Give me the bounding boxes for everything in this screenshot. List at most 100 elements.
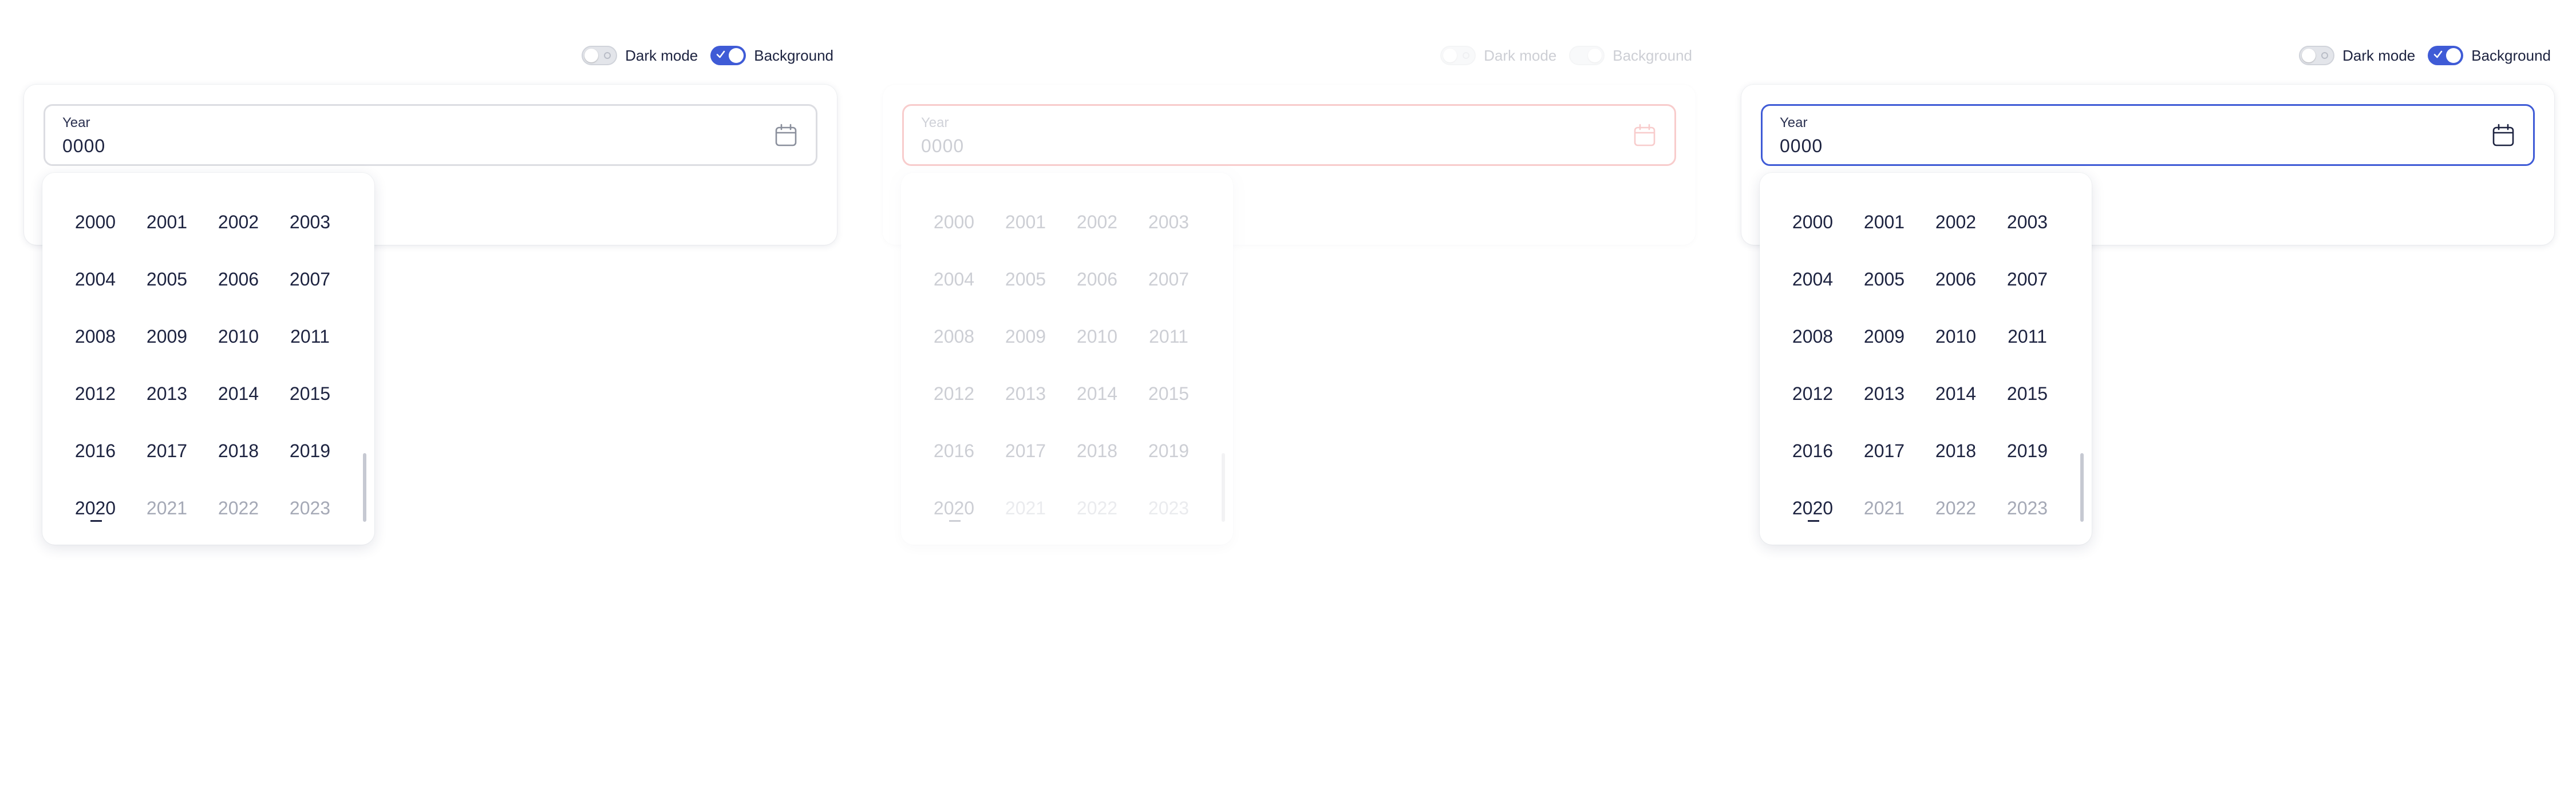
background-toggle[interactable]: Background: [1569, 46, 1692, 65]
year-option-2022[interactable]: 2022: [1061, 479, 1133, 537]
year-option-2021[interactable]: 2021: [131, 479, 203, 537]
year-option-2018[interactable]: 2018: [1061, 422, 1133, 479]
background-switch[interactable]: [2428, 46, 2464, 65]
year-option-2008[interactable]: 2008: [1777, 308, 1848, 365]
background-switch[interactable]: [710, 46, 746, 65]
year-field-value[interactable]: 0000: [921, 136, 964, 157]
year-option-2015[interactable]: 2015: [274, 365, 346, 422]
year-option-2005[interactable]: 2005: [990, 251, 1061, 308]
year-picker-panel-default: Dark mode Background Year 0000 2000 2001 2…: [0, 0, 859, 801]
dark-mode-toggle[interactable]: Dark mode: [2299, 46, 2415, 65]
scrollbar[interactable]: [1222, 453, 1225, 522]
scrollbar[interactable]: [2080, 453, 2084, 522]
year-option-2020[interactable]: 2020: [1777, 479, 1848, 537]
year-field-value[interactable]: 0000: [1780, 136, 1823, 157]
year-option-2017[interactable]: 2017: [131, 422, 203, 479]
year-option-2006[interactable]: 2006: [203, 251, 274, 308]
year-option-2000[interactable]: 2000: [1777, 193, 1848, 251]
year-option-2008[interactable]: 2008: [60, 308, 131, 365]
year-option-2002[interactable]: 2002: [203, 193, 274, 251]
year-option-2010[interactable]: 2010: [1920, 308, 1992, 365]
year-option-2016[interactable]: 2016: [918, 422, 990, 479]
year-option-2004[interactable]: 2004: [60, 251, 131, 308]
year-option-2000[interactable]: 2000: [60, 193, 131, 251]
background-toggle[interactable]: Background: [710, 46, 833, 65]
year-option-2011[interactable]: 2011: [274, 308, 346, 365]
calendar-icon[interactable]: [2491, 123, 2516, 148]
year-field[interactable]: Year 0000: [902, 104, 1676, 166]
dark-mode-switch[interactable]: [1440, 46, 1476, 65]
dark-mode-switch[interactable]: [2299, 46, 2335, 65]
year-option-2000[interactable]: 2000: [918, 193, 990, 251]
year-option-2020[interactable]: 2020: [918, 479, 990, 537]
dark-mode-switch[interactable]: [582, 46, 618, 65]
year-option-2007[interactable]: 2007: [274, 251, 346, 308]
year-option-2001[interactable]: 2001: [1848, 193, 1920, 251]
year-option-2012[interactable]: 2012: [60, 365, 131, 422]
calendar-icon[interactable]: [773, 123, 799, 148]
year-option-2013[interactable]: 2013: [990, 365, 1061, 422]
year-field-label: Year: [921, 115, 949, 130]
year-option-2016[interactable]: 2016: [60, 422, 131, 479]
year-option-2001[interactable]: 2001: [990, 193, 1061, 251]
year-option-2008[interactable]: 2008: [918, 308, 990, 365]
background-toggle[interactable]: Background: [2428, 46, 2551, 65]
dark-mode-toggle[interactable]: Dark mode: [582, 46, 698, 65]
year-option-2012[interactable]: 2012: [918, 365, 990, 422]
year-option-2019[interactable]: 2019: [1992, 422, 2063, 479]
year-option-2003[interactable]: 2003: [274, 193, 346, 251]
year-option-2006[interactable]: 2006: [1920, 251, 1992, 308]
year-option-2020[interactable]: 2020: [60, 479, 131, 537]
year-option-2023[interactable]: 2023: [1133, 479, 1204, 537]
scrollbar[interactable]: [363, 453, 366, 522]
year-option-2023[interactable]: 2023: [274, 479, 346, 537]
year-option-2012[interactable]: 2012: [1777, 365, 1848, 422]
year-option-2014[interactable]: 2014: [203, 365, 274, 422]
year-option-2021[interactable]: 2021: [1848, 479, 1920, 537]
year-option-2005[interactable]: 2005: [1848, 251, 1920, 308]
year-option-2010[interactable]: 2010: [203, 308, 274, 365]
year-field[interactable]: Year 0000: [44, 104, 817, 166]
year-option-2018[interactable]: 2018: [203, 422, 274, 479]
year-option-2022[interactable]: 2022: [1920, 479, 1992, 537]
year-option-2017[interactable]: 2017: [1848, 422, 1920, 479]
year-option-2003[interactable]: 2003: [1992, 193, 2063, 251]
year-option-2005[interactable]: 2005: [131, 251, 203, 308]
year-option-2014[interactable]: 2014: [1061, 365, 1133, 422]
year-option-2015[interactable]: 2015: [1133, 365, 1204, 422]
year-option-2013[interactable]: 2013: [131, 365, 203, 422]
year-option-2018[interactable]: 2018: [1920, 422, 1992, 479]
year-option-2019[interactable]: 2019: [1133, 422, 1204, 479]
year-option-2017[interactable]: 2017: [990, 422, 1061, 479]
year-option-2003[interactable]: 2003: [1133, 193, 1204, 251]
year-option-2009[interactable]: 2009: [990, 308, 1061, 365]
dark-mode-label: Dark mode: [2342, 46, 2416, 64]
year-option-2009[interactable]: 2009: [131, 308, 203, 365]
year-option-2006[interactable]: 2006: [1061, 251, 1133, 308]
year-option-2019[interactable]: 2019: [274, 422, 346, 479]
calendar-icon[interactable]: [1632, 123, 1657, 148]
year-option-2016[interactable]: 2016: [1777, 422, 1848, 479]
year-field[interactable]: Year 0000: [1761, 104, 2535, 166]
year-option-2011[interactable]: 2011: [1133, 308, 1204, 365]
dark-mode-toggle[interactable]: Dark mode: [1440, 46, 1556, 65]
year-option-2022[interactable]: 2022: [203, 479, 274, 537]
year-option-2004[interactable]: 2004: [1777, 251, 1848, 308]
year-option-2002[interactable]: 2002: [1061, 193, 1133, 251]
year-option-2023[interactable]: 2023: [1992, 479, 2063, 537]
year-option-2001[interactable]: 2001: [131, 193, 203, 251]
year-option-2014[interactable]: 2014: [1920, 365, 1992, 422]
year-option-2007[interactable]: 2007: [1992, 251, 2063, 308]
year-option-2009[interactable]: 2009: [1848, 308, 1920, 365]
year-field-value[interactable]: 0000: [62, 136, 105, 157]
year-option-2011[interactable]: 2011: [1992, 308, 2063, 365]
background-switch[interactable]: [1569, 46, 1605, 65]
year-option-2013[interactable]: 2013: [1848, 365, 1920, 422]
year-option-2021[interactable]: 2021: [990, 479, 1061, 537]
background-label: Background: [2471, 46, 2551, 64]
year-option-2007[interactable]: 2007: [1133, 251, 1204, 308]
year-option-2010[interactable]: 2010: [1061, 308, 1133, 365]
year-option-2015[interactable]: 2015: [1992, 365, 2063, 422]
year-option-2002[interactable]: 2002: [1920, 193, 1992, 251]
year-option-2004[interactable]: 2004: [918, 251, 990, 308]
